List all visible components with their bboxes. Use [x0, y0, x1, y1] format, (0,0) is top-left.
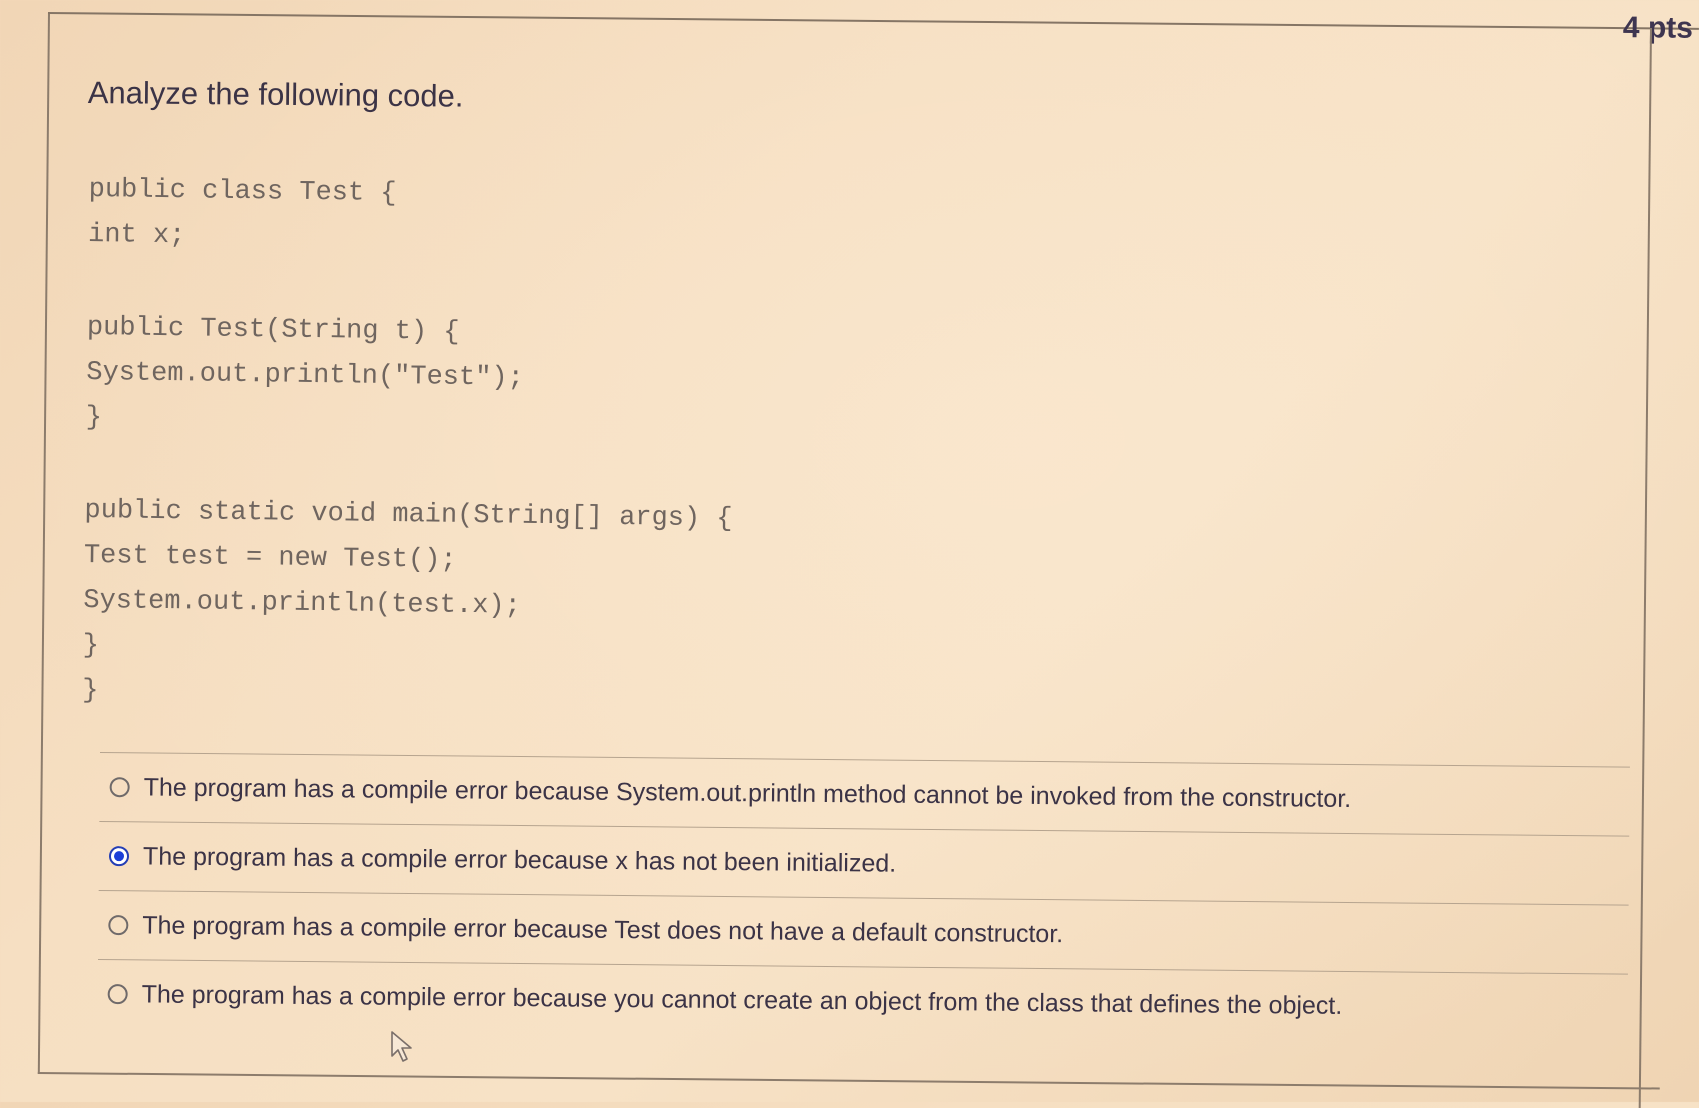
answer-label: The program has a compile error because … — [141, 979, 1343, 1020]
radio-button[interactable] — [109, 777, 130, 798]
mouse-pointer-icon — [391, 1031, 412, 1062]
code-line: System.out.println(test.x); — [83, 585, 521, 622]
answer-label: The program has a compile error because … — [142, 910, 1064, 948]
answer-list: The program has a compile error because … — [97, 752, 1630, 1043]
radio-button[interactable] — [107, 984, 128, 1005]
code-line: System.out.println("Test"); — [86, 357, 524, 394]
points-label: 4 pts — [1622, 11, 1694, 45]
answer-label: The program has a compile error because … — [143, 772, 1352, 813]
code-line: } — [81, 675, 99, 707]
code-block: public class Test { int x; public Test(S… — [82, 168, 737, 722]
radio-button[interactable] — [108, 915, 129, 936]
question-prompt: Analyze the following code. — [87, 75, 464, 114]
code-line: public class Test { — [88, 174, 397, 210]
answer-label: The program has a compile error because … — [142, 841, 897, 878]
radio-button[interactable] — [108, 846, 130, 867]
